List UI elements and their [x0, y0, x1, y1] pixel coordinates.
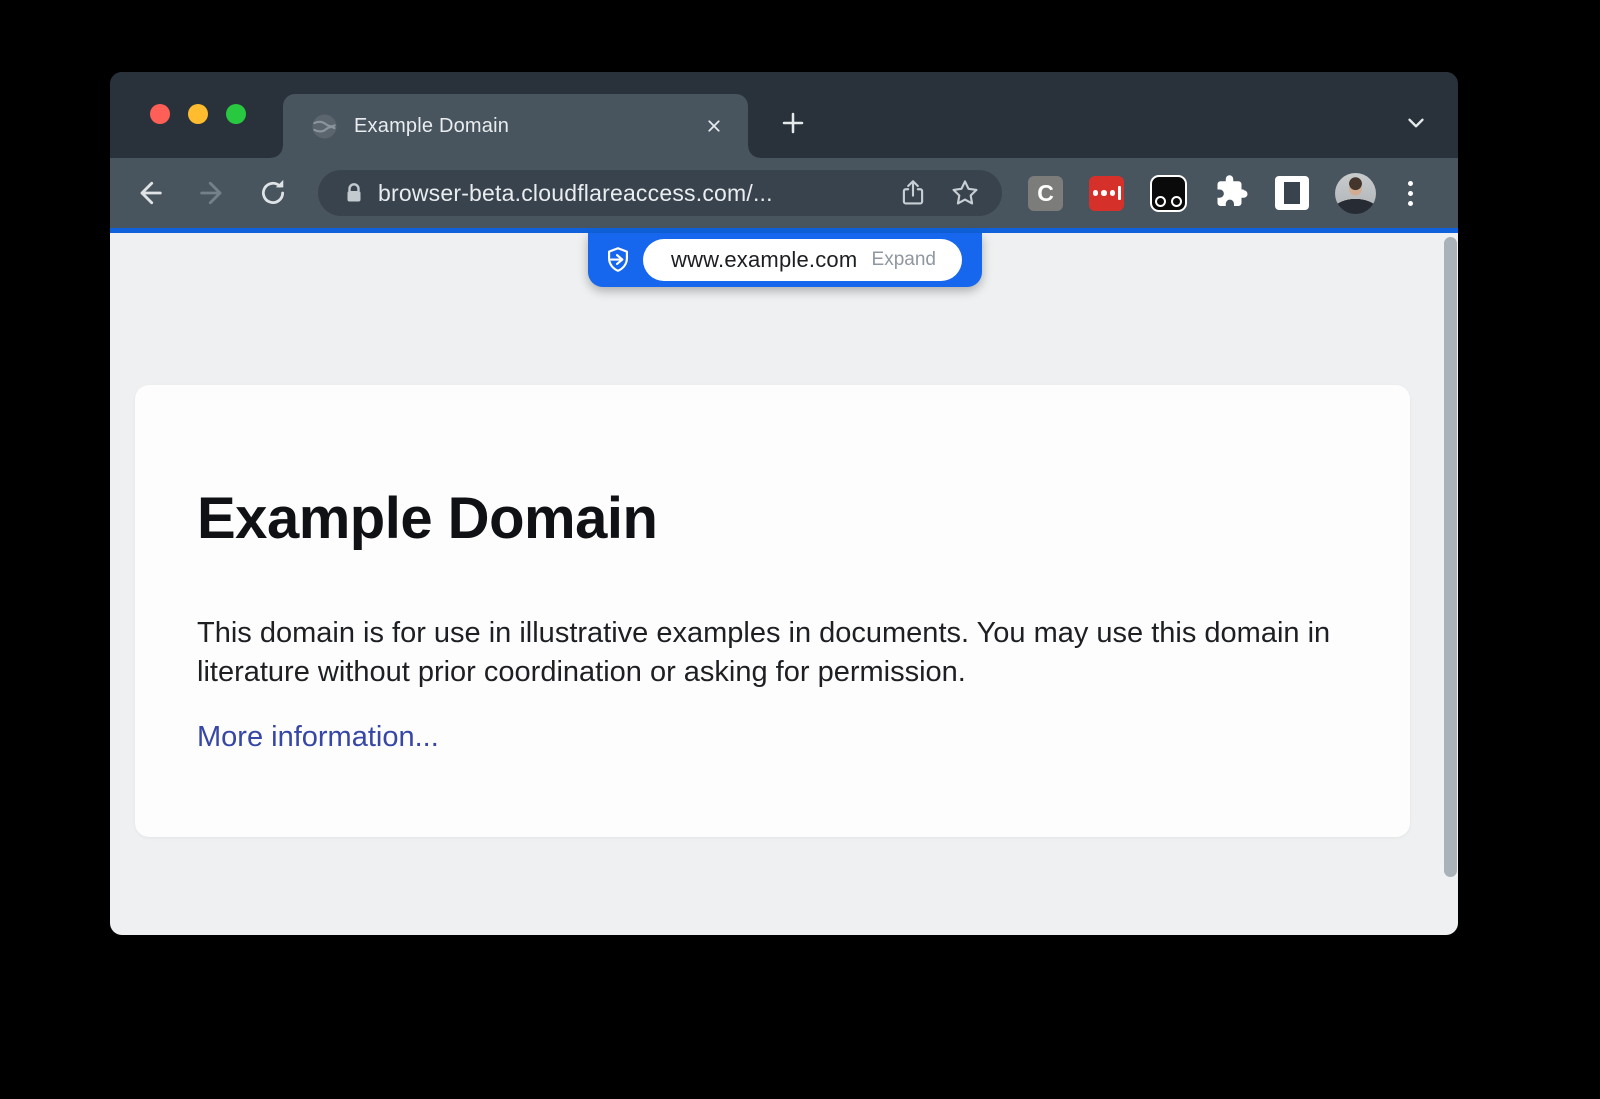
extensions-puzzle-icon[interactable]	[1213, 173, 1249, 214]
tab-title: Example Domain	[354, 115, 509, 138]
lock-icon[interactable]	[342, 181, 366, 205]
new-tab-icon[interactable]	[778, 108, 808, 138]
vertical-scrollbar[interactable]	[1444, 237, 1457, 877]
reload-icon[interactable]	[257, 177, 289, 209]
page-paragraph: This domain is for use in illustrative e…	[197, 614, 1346, 692]
browser-tab[interactable]: Example Domain	[283, 94, 748, 158]
extension-c-icon[interactable]: C	[1028, 176, 1063, 211]
expand-button[interactable]: Expand	[872, 249, 936, 271]
more-information-link[interactable]: More information...	[197, 721, 439, 754]
globe-favicon	[311, 113, 338, 140]
extension-circles-icon[interactable]	[1150, 175, 1187, 212]
desktop-background: Example Domain	[0, 0, 1600, 1099]
traffic-close-icon[interactable]	[150, 104, 170, 124]
extension-frame-icon[interactable]	[1275, 176, 1309, 210]
extension-lastpass-icon[interactable]	[1089, 176, 1124, 211]
address-bar[interactable]: browser-beta.cloudflareaccess.com/...	[318, 170, 1002, 216]
url-text: browser-beta.cloudflareaccess.com/...	[378, 180, 773, 207]
shield-arrow-icon	[603, 244, 633, 276]
isolated-host-text: www.example.com	[671, 247, 857, 273]
traffic-zoom-icon[interactable]	[226, 104, 246, 124]
isolated-host-pill: www.example.com Expand	[643, 239, 962, 281]
tab-strip: Example Domain	[110, 72, 1458, 158]
tab-search-chevron-icon[interactable]	[1402, 109, 1430, 137]
browser-window: Example Domain	[110, 72, 1458, 935]
page-viewport: www.example.com Expand Example Domain Th…	[110, 233, 1458, 935]
share-icon[interactable]	[898, 178, 928, 208]
bookmark-star-icon[interactable]	[950, 178, 980, 208]
tab-close-icon[interactable]	[700, 112, 728, 140]
back-icon[interactable]	[134, 177, 166, 209]
profile-avatar[interactable]	[1335, 173, 1376, 214]
kebab-menu-icon[interactable]	[1402, 177, 1419, 210]
forward-icon[interactable]	[196, 177, 228, 209]
isolation-indicator-pill: www.example.com Expand	[588, 233, 982, 287]
traffic-minimize-icon[interactable]	[188, 104, 208, 124]
content-card: Example Domain This domain is for use in…	[135, 385, 1410, 837]
extension-toolbar: C	[1028, 158, 1419, 228]
browser-toolbar: browser-beta.cloudflareaccess.com/...	[110, 158, 1458, 228]
page-title: Example Domain	[197, 485, 1346, 552]
